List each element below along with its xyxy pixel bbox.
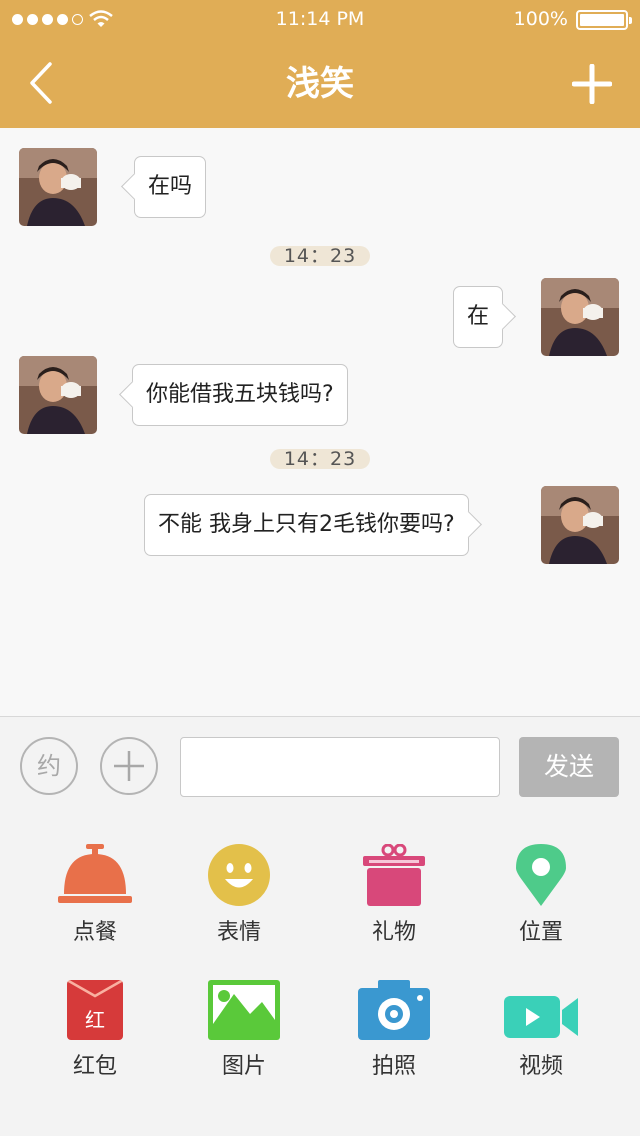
chat-area[interactable]: 在吗 14：23 在 你能借我五块钱吗? 14：23 不能 我身上只有2毛钱你要… bbox=[0, 128, 640, 716]
tool-label: 点餐 bbox=[72, 920, 117, 945]
red-envelope-icon: 红 bbox=[67, 980, 123, 1040]
tool-label: 位置 bbox=[518, 920, 563, 945]
yue-button[interactable]: 约 bbox=[20, 737, 78, 795]
my-avatar[interactable] bbox=[541, 278, 619, 356]
tool-label: 表情 bbox=[216, 920, 261, 945]
video-camera-icon bbox=[504, 996, 578, 1038]
message-timestamp: 14：23 bbox=[270, 246, 370, 266]
message-bubble-received[interactable]: 你能借我五块钱吗? bbox=[132, 364, 348, 426]
message-bubble-sent[interactable]: 在 bbox=[453, 286, 504, 348]
tool-location[interactable]: 位置 bbox=[491, 836, 591, 946]
dining-cloche-icon bbox=[58, 844, 132, 903]
tool-red-envelope[interactable]: 红 红包 bbox=[45, 970, 145, 1080]
message-bubble-received[interactable]: 在吗 bbox=[134, 156, 207, 218]
send-button[interactable]: 发送 bbox=[519, 737, 619, 797]
location-pin-icon bbox=[516, 844, 566, 906]
message-timestamp: 14：23 bbox=[270, 449, 370, 469]
tool-order-food[interactable]: 点餐 bbox=[45, 836, 145, 946]
battery-percentage: 100% bbox=[513, 8, 568, 30]
battery-icon bbox=[576, 10, 632, 30]
input-bar: 约 发送 bbox=[0, 716, 640, 816]
tool-label: 红包 bbox=[72, 1054, 117, 1079]
plus-icon bbox=[114, 751, 144, 781]
message-bubble-sent[interactable]: 不能 我身上只有2毛钱你要吗? bbox=[144, 494, 469, 556]
tool-label: 图片 bbox=[221, 1054, 266, 1079]
gift-box-icon bbox=[363, 844, 425, 906]
more-button[interactable] bbox=[100, 737, 158, 795]
tool-label: 拍照 bbox=[371, 1054, 416, 1079]
tool-picture[interactable]: 图片 bbox=[194, 970, 294, 1080]
tool-emoji[interactable]: 表情 bbox=[189, 836, 289, 946]
tool-camera[interactable]: 拍照 bbox=[344, 970, 444, 1080]
contact-avatar[interactable] bbox=[19, 148, 97, 226]
status-bar: 11:14 PM 100% bbox=[0, 8, 640, 32]
tool-label: 视频 bbox=[518, 1054, 563, 1079]
picture-icon bbox=[208, 980, 280, 1040]
nav-header: 11:14 PM 100% 浅笑 bbox=[0, 0, 640, 128]
tool-gift[interactable]: 礼物 bbox=[344, 836, 444, 946]
my-avatar[interactable] bbox=[541, 486, 619, 564]
tool-label: 礼物 bbox=[371, 920, 416, 945]
smiley-face-icon bbox=[208, 844, 270, 906]
message-input[interactable] bbox=[180, 737, 500, 797]
tool-panel: 点餐 表情 礼物 位置 红 红包 图片 拍照 视频 bbox=[0, 816, 640, 1136]
camera-icon bbox=[358, 980, 430, 1040]
page-title: 浅笑 bbox=[286, 64, 354, 104]
contact-avatar[interactable] bbox=[19, 356, 97, 434]
envelope-glyph: 红 bbox=[85, 1008, 105, 1032]
add-button[interactable] bbox=[572, 64, 612, 104]
tool-video[interactable]: 视频 bbox=[491, 970, 591, 1080]
